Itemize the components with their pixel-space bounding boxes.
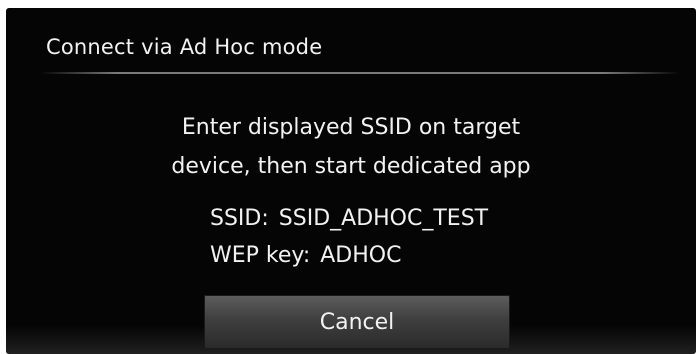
instruction-line-1: Enter displayed SSID on target — [181, 115, 521, 140]
network-credentials: SSID: SSID_ADHOC_TEST WEP key: ADHOC — [210, 200, 488, 274]
cancel-button-label: Cancel — [319, 309, 395, 335]
title-divider — [40, 72, 680, 74]
camera-dialog-screen: Connect via Ad Hoc mode Enter displayed … — [6, 8, 696, 354]
ssid-value: SSID_ADHOC_TEST — [278, 206, 489, 231]
cancel-button[interactable]: Cancel — [204, 295, 510, 349]
instruction-message: Enter displayed SSID on target device, t… — [6, 108, 696, 186]
instruction-line-2: device, then start dedicated app — [171, 154, 531, 179]
dialog-title: Connect via Ad Hoc mode — [46, 35, 323, 59]
wep-key-value: ADHOC — [320, 243, 402, 268]
ssid-label: SSID: — [210, 206, 269, 231]
wep-key-row: WEP key: ADHOC — [210, 237, 488, 274]
wep-key-label: WEP key: — [210, 243, 311, 268]
ssid-row: SSID: SSID_ADHOC_TEST — [210, 200, 488, 237]
title-bar: Connect via Ad Hoc mode — [6, 8, 696, 74]
